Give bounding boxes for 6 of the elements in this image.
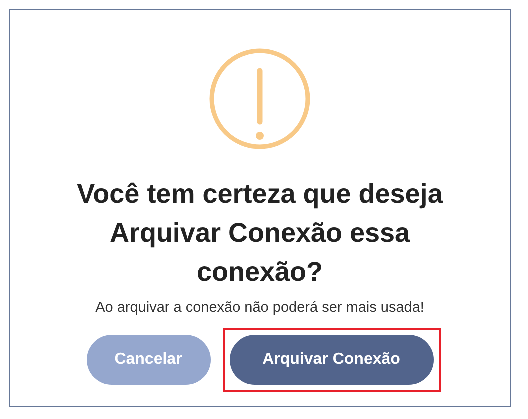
dialog-title: conexão? (196, 256, 324, 289)
dialog-message: Ao arquivar a conexão não poderá ser mais usada! (96, 300, 424, 316)
warning-icon (209, 48, 311, 150)
archive-button[interactable]: Arquivar Conexão (230, 335, 434, 385)
dialog-title: Arquivar Conexão essa (110, 217, 410, 250)
dialog-title: Você tem certeza que deseja (77, 178, 443, 211)
